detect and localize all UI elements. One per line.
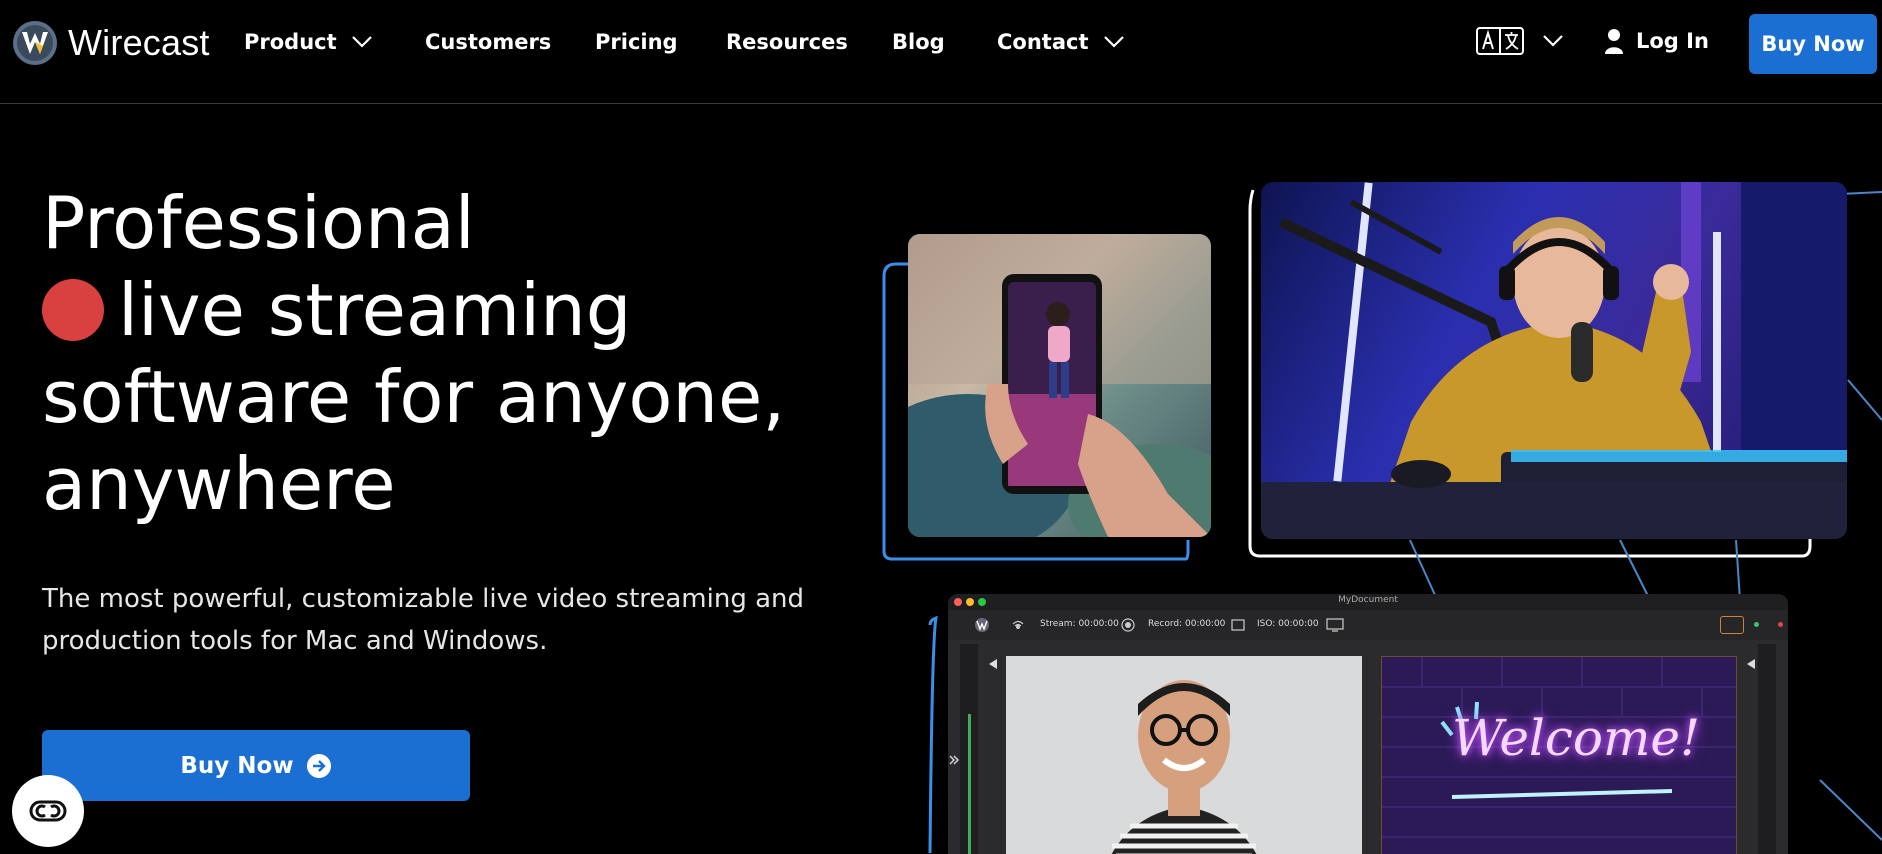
buy-now-hero-label: Buy Now — [180, 752, 294, 779]
chevron-down-icon — [1103, 36, 1124, 48]
broadcast-icon — [1012, 620, 1024, 629]
double-chevron-right-icon[interactable] — [948, 754, 960, 766]
headline-line-1: Professional — [42, 181, 475, 265]
nav-product-label: Product — [244, 30, 337, 54]
wirecast-app-preview: MyDocument Stream: 00:00:00 Record: 00:0… — [948, 594, 1788, 854]
triangle-left-icon — [1747, 659, 1755, 669]
nav-customers-label: Customers — [425, 30, 552, 54]
record-dot-icon — [42, 279, 104, 341]
preview-shot-welcome[interactable]: Welcome! — [1381, 656, 1737, 854]
audio-meter-left — [960, 644, 978, 854]
top-navigation: Wirecast Product Customers Pricing Resou… — [0, 0, 1882, 104]
wirecast-logo-icon — [975, 618, 989, 632]
chevron-down-icon — [351, 36, 372, 48]
record-timer: Record: 00:00:00 — [1148, 619, 1226, 629]
chevron-down-icon — [1543, 35, 1563, 47]
nav-pricing-label: Pricing — [595, 30, 678, 54]
login-link[interactable]: Log In — [1604, 28, 1709, 54]
language-selector[interactable] — [1476, 27, 1564, 55]
arrow-right-circle-icon — [306, 753, 331, 778]
audio-meter-right — [1758, 644, 1776, 854]
brand-name: Wirecast — [68, 22, 210, 63]
headline-line-3: software for anyone, — [42, 355, 786, 439]
brand-logo[interactable]: Wirecast — [12, 20, 210, 66]
stream-timer: Stream: 00:00:00 — [1040, 619, 1119, 629]
preview-shot-person[interactable] — [1006, 656, 1362, 854]
iso-icon — [1231, 619, 1245, 631]
app-window-title: MyDocument — [1338, 595, 1398, 605]
nav-customers[interactable]: Customers — [425, 30, 551, 54]
iso-timer: ISO: 00:00:00 — [1257, 619, 1319, 629]
record-icon — [1121, 618, 1135, 632]
nav-blog[interactable]: Blog — [892, 30, 945, 54]
layout-toggle-icon — [1720, 616, 1744, 634]
audio-level-bar — [968, 714, 971, 854]
person-shot-illustration — [1111, 680, 1257, 854]
app-toolbar: Stream: 00:00:00 Record: 00:00:00 ISO: 0… — [948, 610, 1788, 640]
streamer-photo-illustration — [1261, 182, 1847, 539]
nav-contact-label: Contact — [997, 30, 1089, 54]
login-label: Log In — [1636, 29, 1709, 53]
phone-streaming-photo — [908, 234, 1211, 537]
buy-now-button-hero[interactable]: Buy Now — [42, 730, 470, 801]
accessibility-button[interactable] — [12, 775, 84, 847]
status-green-icon — [1754, 622, 1759, 627]
nav-contact[interactable]: Contact — [997, 30, 1125, 54]
headline-line-2-text: live streaming — [118, 268, 632, 352]
buy-now-button-nav[interactable]: Buy Now — [1749, 14, 1877, 74]
app-titlebar: MyDocument — [948, 594, 1788, 610]
headline-line-4: anywhere — [42, 442, 396, 526]
nav-resources[interactable]: Resources — [726, 30, 848, 54]
nav-resources-label: Resources — [726, 30, 848, 54]
hero-subtitle: The most powerful, customizable live vid… — [42, 584, 805, 656]
headline-line-2: live streaming — [42, 267, 842, 354]
nav-blog-label: Blog — [892, 30, 945, 54]
welcome-neon-text: Welcome! — [1452, 709, 1701, 767]
streamer-photo — [1261, 182, 1847, 539]
phone-photo-illustration — [908, 234, 1211, 537]
wirecast-logo-icon — [13, 21, 57, 65]
nav-product[interactable]: Product — [244, 30, 373, 54]
user-icon — [1605, 29, 1623, 54]
status-red-icon — [1778, 622, 1783, 627]
nav-pricing[interactable]: Pricing — [595, 30, 678, 54]
hero-headline: Professional live streaming software for… — [42, 180, 842, 528]
triangle-left-icon — [989, 659, 997, 669]
accessibility-icon — [29, 800, 67, 822]
language-icon — [1476, 27, 1524, 55]
monitor-icon — [1326, 618, 1344, 632]
